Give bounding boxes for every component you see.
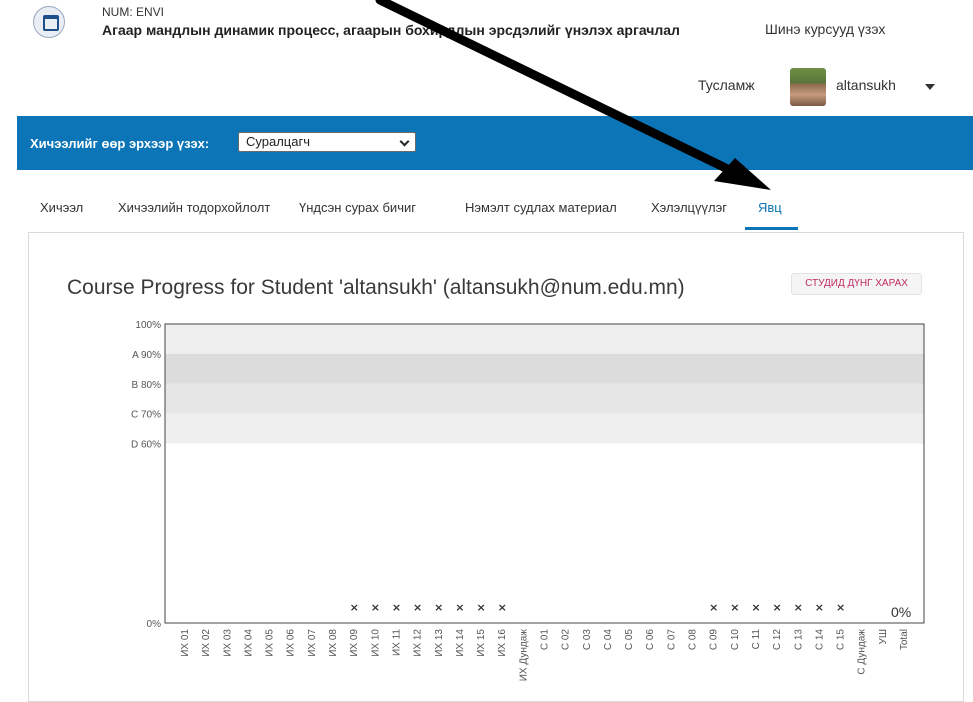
x-tick-label: ИХ 09: [349, 629, 360, 657]
x-tick-label: УШ: [878, 629, 889, 645]
y-tick-label: 100%: [135, 320, 161, 331]
x-tick-label: ИХ 04: [243, 629, 254, 657]
x-tick-label: С 12: [772, 629, 783, 651]
x-tick-label: С 11: [751, 629, 762, 650]
score-marker: ×: [773, 601, 782, 614]
x-tick-label: С 01: [540, 629, 551, 651]
y-tick-label: D 60%: [131, 440, 161, 451]
x-tick-label: С 02: [561, 629, 572, 651]
x-tick-label: ИХ 02: [201, 629, 212, 657]
x-tick-label: ИХ 11: [391, 629, 402, 656]
score-marker: ×: [455, 601, 464, 614]
x-tick-label: ИХ 03: [222, 629, 233, 657]
score-marker: ×: [709, 601, 718, 614]
score-marker: ×: [434, 601, 443, 614]
x-tick-label: Total: [899, 629, 910, 650]
x-tick-label: ИХ 13: [434, 629, 445, 657]
score-marker: ×: [350, 601, 359, 614]
x-tick-label: С 07: [666, 629, 677, 651]
y-tick-label: C 70%: [131, 410, 161, 421]
total-percent-label: 0%: [891, 604, 911, 620]
grade-band-2: [165, 383, 924, 414]
score-marker: ×: [476, 601, 485, 614]
score-marker: ×: [392, 601, 401, 614]
x-tick-label: С 06: [645, 629, 656, 651]
x-tick-label: С 15: [836, 629, 847, 651]
x-tick-label: ИХ 15: [476, 629, 487, 657]
x-tick-label: ИХ 06: [286, 629, 297, 657]
score-marker: ×: [730, 601, 739, 614]
x-tick-label: ИХ 16: [497, 629, 508, 657]
x-tick-label: С Дундаж: [857, 629, 868, 675]
grade-band-1: [165, 353, 924, 384]
x-tick-label: С 14: [814, 629, 825, 651]
y-tick-label: B 80%: [132, 380, 162, 391]
score-marker: ×: [794, 601, 803, 614]
x-tick-label: ИХ 07: [307, 629, 318, 657]
y-tick-label: 0%: [147, 619, 162, 630]
x-tick-label: ИХ 08: [328, 629, 339, 657]
x-tick-label: ИХ 12: [413, 629, 424, 657]
y-tick-label: A 90%: [132, 350, 161, 361]
score-marker: ×: [836, 601, 845, 614]
x-tick-label: С 10: [730, 629, 741, 651]
score-marker: ×: [413, 601, 422, 614]
score-marker: ×: [371, 601, 380, 614]
x-tick-label: ИХ Дундаж: [518, 629, 529, 682]
x-tick-label: С 13: [793, 629, 804, 651]
x-tick-label: С 03: [582, 629, 593, 651]
score-marker: ×: [751, 601, 760, 614]
x-tick-label: С 09: [709, 629, 720, 651]
x-tick-label: С 08: [688, 629, 699, 651]
grade-band-0: [165, 324, 924, 354]
score-marker: ×: [815, 601, 824, 614]
x-tick-label: ИХ 05: [265, 629, 276, 657]
x-tick-label: ИХ 14: [455, 629, 466, 657]
x-tick-label: ИХ 10: [370, 629, 381, 657]
grade-band-3: [165, 413, 924, 444]
x-tick-label: ИХ 01: [180, 629, 191, 657]
x-tick-label: С 04: [603, 629, 614, 651]
progress-chart: 100% A 90% B 80% C 70% D 60% 0% ИХ 01 ИХ 02 ИХ …: [131, 320, 925, 682]
x-tick-label: С 05: [624, 629, 635, 651]
score-marker: ×: [498, 601, 507, 614]
